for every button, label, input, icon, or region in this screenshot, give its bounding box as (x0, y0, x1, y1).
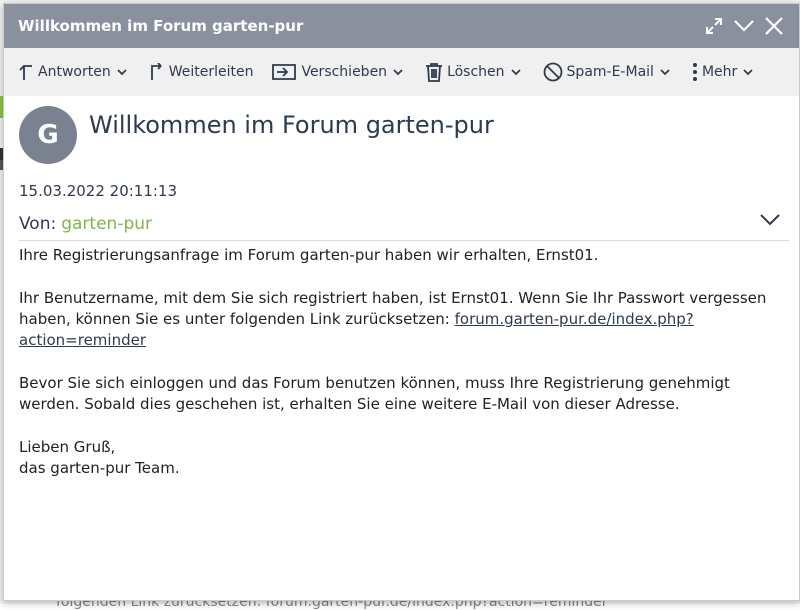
more-button[interactable]: Mehr (692, 62, 757, 82)
chevron-down-icon[interactable] (510, 68, 521, 76)
spam-button[interactable]: Spam-E-Mail (543, 62, 674, 82)
body-paragraph: Ihre Registrierungsanfrage im Forum gart… (19, 246, 599, 264)
more-vertical-icon (692, 63, 697, 81)
message-content: G Willkommen im Forum garten-pur 15.03.2… (4, 100, 799, 479)
more-label: Mehr (701, 64, 738, 80)
forward-icon (150, 63, 162, 80)
reply-button[interactable]: Antworten (18, 63, 131, 81)
forward-label: Weiterleiten (168, 64, 254, 80)
delete-button[interactable]: Löschen (425, 62, 524, 82)
forward-button[interactable]: Weiterleiten (149, 63, 254, 81)
message-window: Willkommen im Forum garten-pur Antworten (3, 3, 800, 601)
message-toolbar: Antworten Weiterleiten Verschieben Lösch… (4, 48, 799, 96)
body-paragraph: Bevor Sie sich einloggen und das Forum b… (19, 374, 730, 413)
message-header: G Willkommen im Forum garten-pur (19, 100, 799, 170)
block-icon (543, 62, 562, 82)
sender-name[interactable]: garten-pur (61, 214, 152, 234)
avatar: G (19, 106, 77, 164)
window-title: Willkommen im Forum garten-pur (18, 17, 304, 35)
chevron-down-icon[interactable] (660, 68, 670, 76)
move-button[interactable]: Verschieben (271, 63, 407, 81)
expand-icon[interactable] (701, 13, 727, 39)
chevron-down-icon[interactable] (393, 68, 403, 76)
message-body: Ihre Registrierungsanfrage im Forum gart… (19, 245, 789, 479)
spam-label: Spam-E-Mail (566, 64, 654, 80)
chevron-down-icon[interactable] (743, 68, 753, 76)
message-subject: Willkommen im Forum garten-pur (89, 111, 494, 139)
move-label: Verschieben (301, 64, 388, 80)
delete-label: Löschen (447, 64, 505, 80)
body-greeting: Lieben Gruß, (19, 438, 116, 456)
expand-details-icon[interactable] (759, 212, 781, 231)
close-icon[interactable] (761, 13, 787, 39)
window-titlebar[interactable]: Willkommen im Forum garten-pur (4, 4, 799, 48)
reply-icon (19, 65, 32, 80)
body-signature: das garten-pur Team. (19, 459, 180, 477)
chevron-down-icon[interactable] (731, 13, 757, 39)
chevron-down-icon[interactable] (117, 68, 127, 76)
reply-label: Antworten (38, 64, 111, 80)
trash-icon (426, 63, 443, 82)
message-date: 15.03.2022 20:11:13 (19, 182, 178, 200)
sender-row: Von: garten-pur (19, 214, 789, 241)
sender-label: Von: (19, 214, 57, 234)
move-icon (272, 64, 297, 80)
body-paragraph: Ihr Benutzername, mit dem Sie sich regis… (19, 288, 789, 351)
